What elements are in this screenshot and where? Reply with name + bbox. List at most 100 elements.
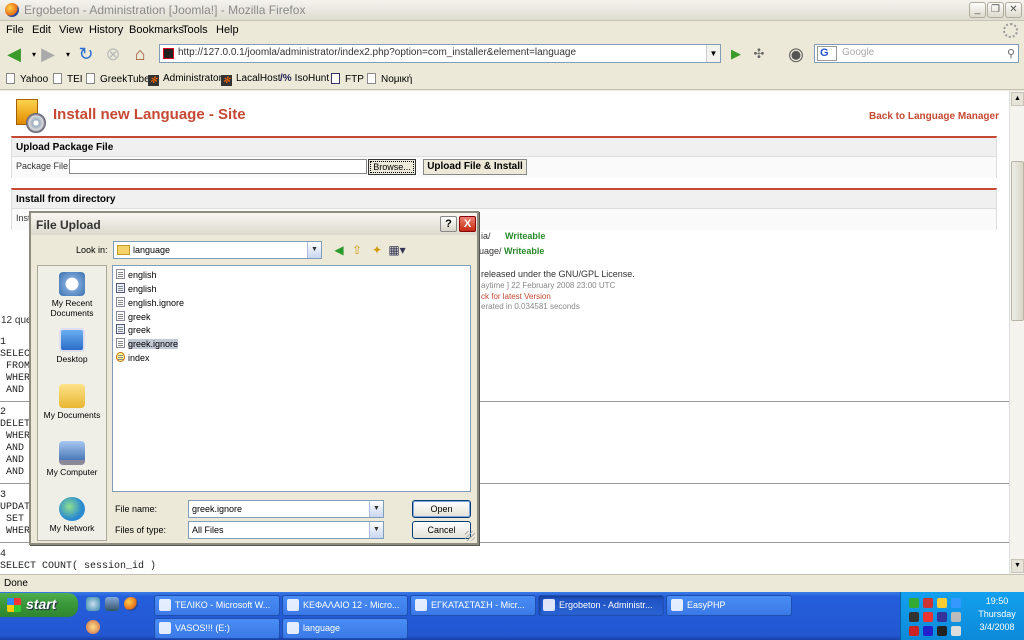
bookmark-isohunt[interactable]: /% IsoHunt <box>280 73 329 84</box>
menu-bookmarks[interactable]: Bookmarks <box>129 24 184 36</box>
bookmark-tei[interactable]: TEI <box>53 73 83 85</box>
chevron-down-icon[interactable]: ▼ <box>307 242 321 258</box>
minimize-button[interactable]: _ <box>969 2 986 18</box>
search-placeholder[interactable]: Google <box>842 47 874 58</box>
tray-icon[interactable] <box>937 626 947 636</box>
close-window-button[interactable]: ✕ <box>1005 2 1022 18</box>
place-my-network[interactable]: My Network <box>38 497 106 533</box>
upload-install-button[interactable]: Upload File & Install <box>423 159 527 175</box>
browse-button[interactable]: Browse... <box>368 159 416 175</box>
menu-tools[interactable]: Tools <box>182 24 208 36</box>
address-url[interactable]: http://127.0.0.1/joomla/administrator/in… <box>178 47 576 58</box>
place-desktop[interactable]: Desktop <box>38 328 106 364</box>
back-to-language-manager-link[interactable]: Back to Language Manager <box>869 111 999 122</box>
place-my-recent-documents[interactable]: My Recent Documents <box>38 272 106 318</box>
home-icon[interactable]: ⌂ <box>130 44 150 64</box>
file-list[interactable]: english english english.ignore greek gre… <box>112 265 471 492</box>
search-engine-icon[interactable]: G <box>817 46 837 61</box>
scroll-down-icon[interactable]: ▼ <box>1011 559 1024 573</box>
file-type-select[interactable]: All Files ▼ <box>188 521 384 539</box>
list-item[interactable]: english <box>116 283 157 295</box>
system-clock[interactable]: 19:50 Thursday 3/4/2008 <box>970 595 1024 634</box>
resize-grip-icon[interactable] <box>465 531 475 541</box>
file-name-field[interactable]: greek.ignore ▼ <box>188 500 384 518</box>
address-dropdown-icon[interactable]: ▼ <box>706 45 720 62</box>
bookmark-administrator[interactable]: ✻ Administrator <box>148 73 222 86</box>
search-icon[interactable]: ⚲ <box>1007 47 1015 60</box>
tray-icon[interactable] <box>923 598 933 608</box>
page-scrollbar[interactable]: ▲ ▼ <box>1009 91 1024 574</box>
reload-icon[interactable]: ↻ <box>76 44 96 64</box>
start-button[interactable]: start <box>0 593 78 617</box>
chevron-down-icon[interactable]: ▼ <box>369 501 383 517</box>
bookmark-ftp[interactable]: FTP <box>331 73 364 85</box>
tray-icon[interactable] <box>923 626 933 636</box>
list-item[interactable]: greek <box>116 311 151 323</box>
up-folder-icon[interactable]: ⇧ <box>349 242 365 258</box>
back-arrow-icon[interactable]: ◀ <box>4 44 24 64</box>
menu-edit[interactable]: Edit <box>32 24 51 36</box>
bookmark-nomiki[interactable]: Νομική <box>367 73 412 85</box>
bookmark-yahoo[interactable]: Yahoo <box>6 73 48 85</box>
search-box[interactable]: G Google ⚲ <box>814 44 1019 63</box>
taskbar-item-language-folder[interactable]: language <box>282 618 408 639</box>
tray-icon[interactable] <box>923 612 933 622</box>
tray-icon[interactable] <box>951 598 961 608</box>
package-file-input[interactable] <box>69 159 367 174</box>
user-status-icon[interactable]: ◉ <box>786 44 806 64</box>
taskbar-item-ergobeton[interactable]: Ergobeton - Administr... <box>538 595 664 616</box>
tray-icon[interactable] <box>937 612 947 622</box>
forward-history-dropdown-icon[interactable]: ▾ <box>58 44 78 64</box>
back-icon[interactable]: ◀ <box>331 242 347 258</box>
scroll-up-icon[interactable]: ▲ <box>1011 92 1024 106</box>
scroll-thumb[interactable] <box>1011 161 1024 321</box>
restore-button[interactable]: ❐ <box>987 2 1004 18</box>
extension-icon[interactable]: ✣ <box>749 44 769 64</box>
chevron-down-icon[interactable]: ▼ <box>369 522 383 538</box>
bookmark-lacalhost[interactable]: ✻ LacalHost <box>221 73 280 86</box>
list-item[interactable]: english <box>116 269 157 281</box>
tray-icon[interactable] <box>909 612 919 622</box>
menu-help[interactable]: Help <box>216 24 239 36</box>
taskbar-item-teliko[interactable]: ΤΕΛΙΚΟ - Microsoft W... <box>154 595 280 616</box>
taskbar-item-egkatastasi[interactable]: ΕΓΚΑΤΑΣΤΑΣΗ - Micr... <box>410 595 536 616</box>
menu-history[interactable]: History <box>89 24 123 36</box>
quicklaunch-ie-icon[interactable] <box>86 597 100 611</box>
go-arrow-icon[interactable]: ▶ <box>726 44 746 64</box>
close-dialog-button[interactable]: X <box>459 216 476 232</box>
quicklaunch-firefox-icon[interactable] <box>124 597 138 611</box>
word-icon <box>159 599 171 611</box>
tray-icon[interactable] <box>951 626 961 636</box>
open-button[interactable]: Open <box>412 500 471 518</box>
taskbar-item-vasos-drive[interactable]: VASOS!!! (E:) <box>154 618 280 639</box>
menu-file[interactable]: File <box>6 24 24 36</box>
address-bar[interactable]: http://127.0.0.1/joomla/administrator/in… <box>159 44 721 63</box>
file-name-value[interactable]: greek.ignore <box>192 504 242 514</box>
bookmark-greektube[interactable]: GreekTube <box>86 73 150 85</box>
cancel-button[interactable]: Cancel <box>412 521 471 539</box>
list-item[interactable]: index <box>116 352 150 364</box>
quicklaunch-extra-icon[interactable] <box>86 620 100 634</box>
tray-icon[interactable] <box>937 598 947 608</box>
clock-time: 19:50 <box>985 596 1009 606</box>
new-folder-icon[interactable]: ✦ <box>369 242 385 258</box>
list-item[interactable]: english.ignore <box>116 297 184 309</box>
forward-arrow-icon[interactable]: ▶ <box>38 44 58 64</box>
menu-view[interactable]: View <box>59 24 83 36</box>
help-button[interactable]: ? <box>440 216 457 232</box>
dialog-titlebar[interactable]: File Upload ? X <box>31 213 477 235</box>
taskbar-item-kefalaio[interactable]: ΚΕΦΑΛΑΙΟ 12 - Micro... <box>282 595 408 616</box>
place-my-computer[interactable]: My Computer <box>38 441 106 477</box>
view-menu-icon[interactable]: ▦▾ <box>387 242 407 258</box>
list-item[interactable]: greek <box>116 324 151 336</box>
volume-icon[interactable] <box>951 612 961 622</box>
tray-icon[interactable] <box>909 626 919 636</box>
quicklaunch-desktop-icon[interactable] <box>105 597 119 611</box>
tray-icon[interactable] <box>909 598 919 608</box>
list-item-selected[interactable]: greek.ignore <box>116 338 179 350</box>
place-my-documents[interactable]: My Documents <box>38 384 106 420</box>
look-in-select[interactable]: language ▼ <box>113 241 322 259</box>
check-version-link[interactable]: ck for latest Version <box>481 292 551 301</box>
stop-icon[interactable]: ⊗ <box>103 44 123 64</box>
taskbar-item-easyphp[interactable]: EasyPHP <box>666 595 792 616</box>
